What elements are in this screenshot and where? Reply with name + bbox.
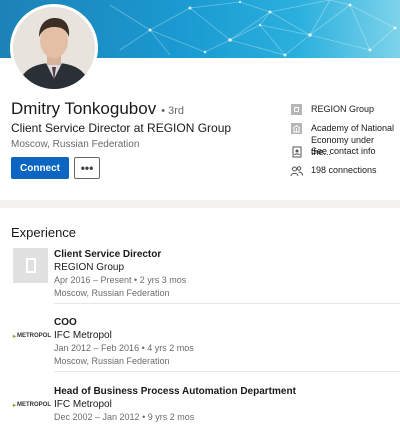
company-icon (290, 103, 303, 116)
profile-name: Dmitry Tonkogubov (11, 99, 157, 118)
profile-top-card: Dmitry Tonkogubov • 3rd Client Service D… (0, 0, 400, 200)
connections-label: 198 connections (311, 165, 377, 175)
more-actions-button[interactable]: ••• (74, 157, 100, 179)
metropol-logo: ▸ METROPOL (13, 402, 52, 409)
metropol-logo: ▸ METROPOL (13, 333, 52, 340)
connections-link[interactable]: 198 connections (290, 164, 377, 177)
job-location: Moscow, Russian Federation (54, 356, 170, 366)
current-company-link[interactable]: REGION Group (290, 103, 374, 116)
current-company-label: REGION Group (311, 104, 375, 114)
job-dates: Dec 2002 – Jan 2012 • 9 yrs 2 mos (54, 412, 195, 422)
experience-heading: Experience (11, 225, 77, 240)
job-dates: Apr 2016 – Present • 2 yrs 3 mos (54, 275, 187, 285)
connection-degree: • 3rd (161, 105, 185, 117)
divider (54, 371, 400, 372)
job-title: Head of Business Process Automation Depa… (54, 386, 296, 397)
divider (54, 303, 400, 304)
profile-location: Moscow, Russian Federation (11, 139, 140, 150)
contact-info-link[interactable]: See contact info (290, 145, 376, 158)
contact-card-icon (290, 145, 303, 158)
connect-button[interactable]: Connect (11, 157, 69, 179)
job-title: COO (54, 317, 77, 328)
school-icon (290, 122, 303, 135)
profile-photo[interactable] (10, 4, 98, 92)
profile-headline: Client Service Director at REGION Group (11, 121, 232, 135)
person-photo-icon (13, 7, 95, 89)
people-icon (290, 164, 303, 177)
profile-name-row: Dmitry Tonkogubov • 3rd (11, 99, 184, 119)
contact-info-label: See contact info (311, 146, 376, 156)
job-dates: Jan 2012 – Feb 2016 • 4 yrs 2 mos (54, 343, 194, 353)
job-company: IFC Metropol (54, 399, 112, 410)
job-company: IFC Metropol (54, 330, 112, 341)
building-placeholder-icon (13, 248, 48, 283)
experience-section: Experience Client Service Director REGIO… (0, 208, 400, 427)
job-company: REGION Group (54, 262, 125, 273)
job-title: Client Service Director (54, 249, 162, 260)
job-location: Moscow, Russian Federation (54, 288, 170, 298)
